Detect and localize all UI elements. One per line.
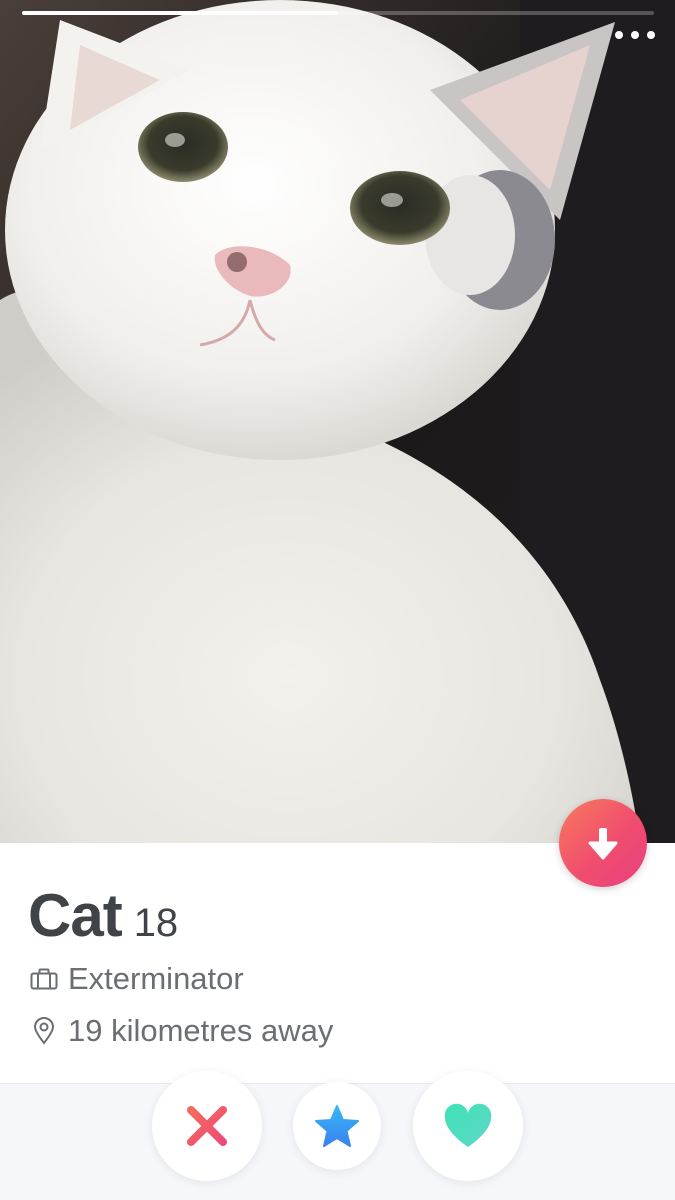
profile-info: Cat 18 Exterminator 19 kilometres away: [0, 843, 675, 1083]
x-icon: [187, 1106, 227, 1146]
dot: [615, 31, 623, 39]
profile-photo[interactable]: [0, 0, 675, 843]
name-age-row: Cat 18: [28, 881, 178, 950]
arrow-down-icon: [588, 828, 618, 860]
star-icon: [315, 1105, 359, 1147]
more-horizontal-icon[interactable]: [615, 26, 655, 44]
briefcase-icon: [30, 965, 58, 993]
distance-text: 19 kilometres away: [68, 1013, 334, 1048]
photo-progress-bar: [22, 11, 654, 15]
job-title: Exterminator: [68, 961, 244, 996]
open-profile-info-button[interactable]: [559, 799, 647, 887]
super-like-button[interactable]: [293, 1082, 381, 1170]
photo-progress-fill: [22, 11, 338, 15]
profile-name: Cat: [28, 882, 123, 949]
cat-photo-illustration: [0, 0, 675, 843]
dot: [631, 31, 639, 39]
location-pin-icon: [30, 1017, 58, 1045]
dot: [647, 31, 655, 39]
job-row: Exterminator: [30, 961, 244, 997]
distance-row: 19 kilometres away: [30, 1013, 333, 1049]
heart-icon: [444, 1103, 492, 1147]
profile-card-screen: Cat 18 Exterminator 19 kilometres away: [0, 0, 675, 1200]
nope-button[interactable]: [152, 1071, 262, 1181]
profile-age: 18: [133, 901, 179, 945]
like-button[interactable]: [413, 1071, 523, 1181]
swipe-action-bar: [0, 1071, 675, 1200]
